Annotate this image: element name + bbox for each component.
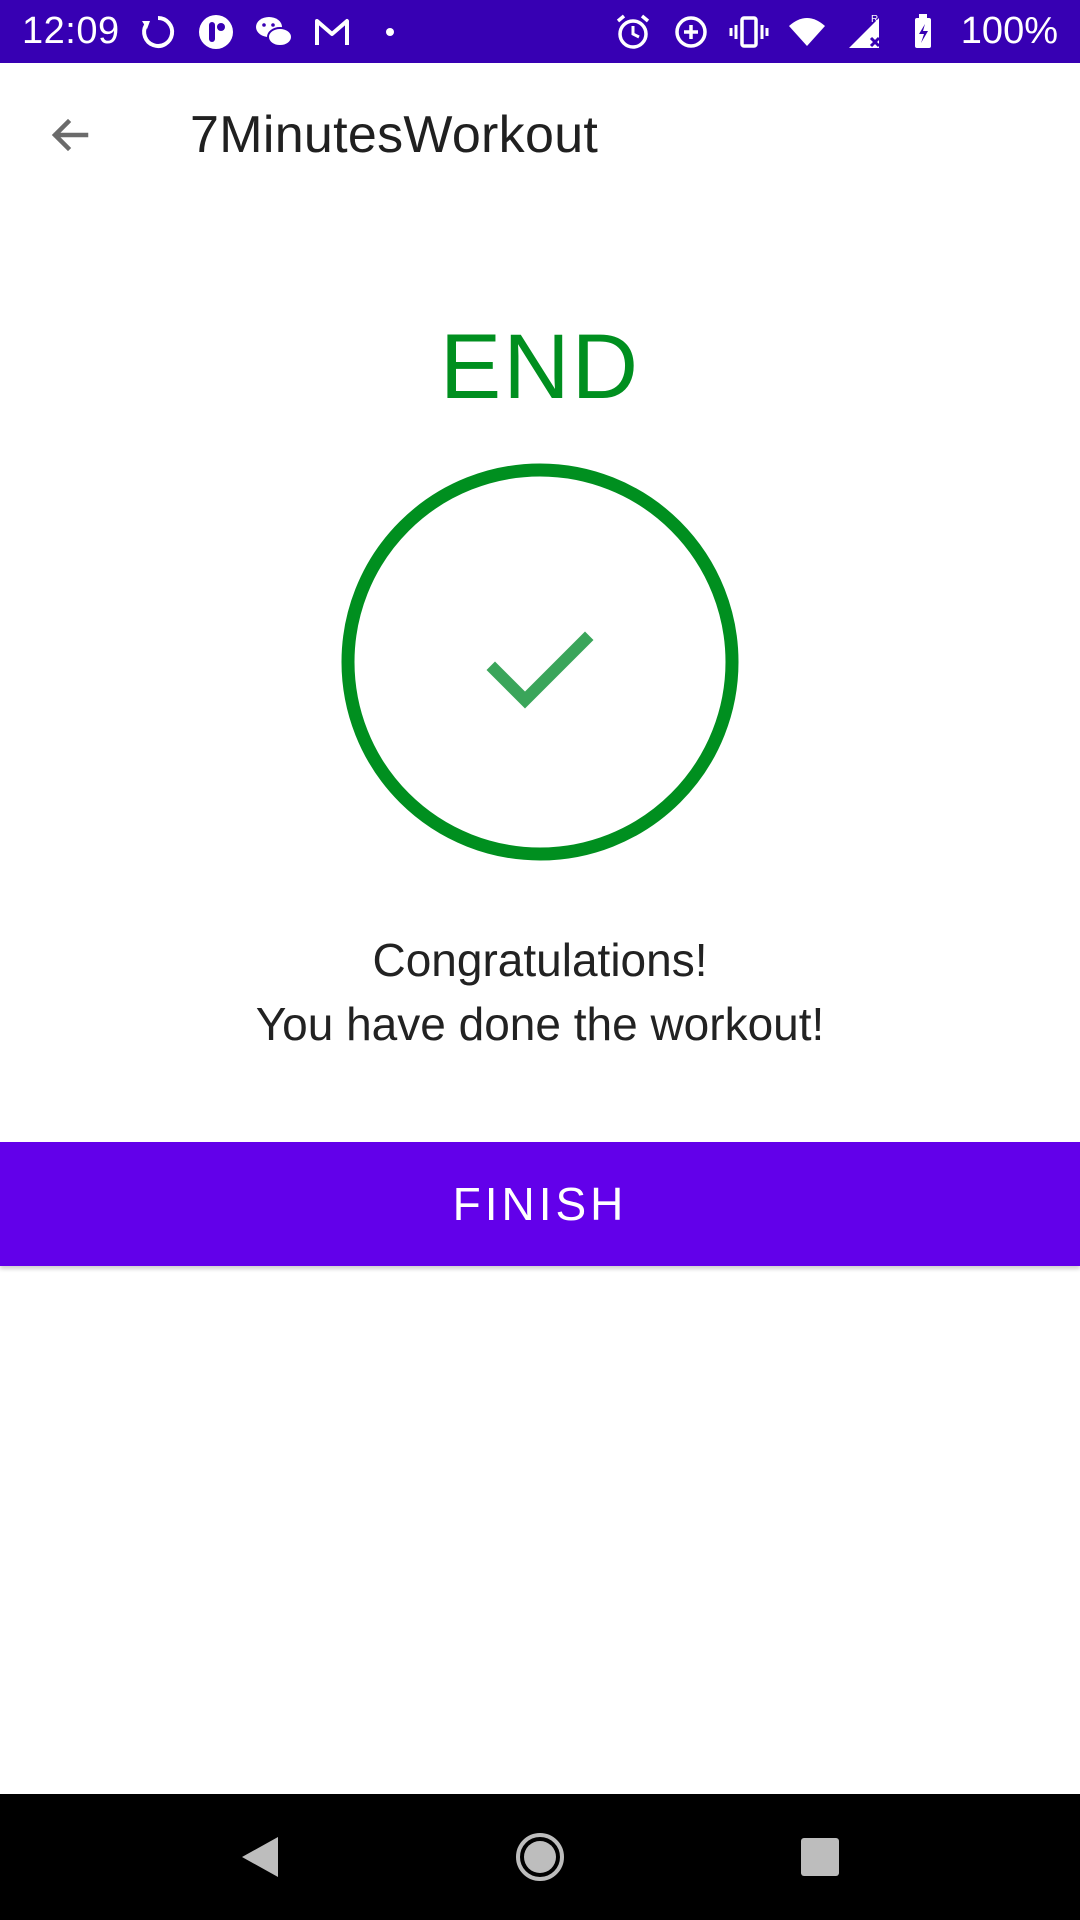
completion-badge <box>340 462 740 862</box>
signal-icon: R <box>845 12 885 52</box>
battery-percentage: 100% <box>960 10 1058 52</box>
status-bar: 12:09 R 100% <box>0 0 1080 63</box>
message-line-2: You have done the workout! <box>255 998 825 1050</box>
status-left: 12:09 <box>22 10 410 53</box>
wechat-icon <box>254 12 294 52</box>
vibrate-icon <box>729 12 769 52</box>
app-bar: 7MinutesWorkout <box>0 63 1080 210</box>
svg-text:R: R <box>871 14 878 25</box>
message-line-1: Congratulations! <box>372 934 708 986</box>
gmail-icon <box>312 12 352 52</box>
finish-button[interactable]: FINISH <box>0 1142 1080 1266</box>
system-nav-bar <box>0 1794 1080 1920</box>
status-time: 12:09 <box>22 10 120 52</box>
end-heading: END <box>439 316 641 418</box>
arrow-back-icon <box>46 111 94 164</box>
congratulations-message: Congratulations! You have done the worko… <box>0 928 1080 1056</box>
completion-ring <box>341 463 739 861</box>
more-dot-icon <box>370 12 410 52</box>
check-icon <box>486 631 594 709</box>
app-title: 7MinutesWorkout <box>190 106 599 164</box>
nav-recents-icon[interactable] <box>790 1827 850 1887</box>
nav-home-icon[interactable] <box>510 1827 570 1887</box>
sync-icon <box>138 12 178 52</box>
battery-icon <box>903 12 943 52</box>
app-notification-icon <box>196 12 236 52</box>
alarm-icon <box>613 12 653 52</box>
data-saver-icon <box>671 12 711 52</box>
nav-back-icon[interactable] <box>230 1827 290 1887</box>
wifi-icon <box>787 12 827 52</box>
back-button[interactable] <box>40 107 100 167</box>
status-right: R 100% <box>613 10 1058 53</box>
